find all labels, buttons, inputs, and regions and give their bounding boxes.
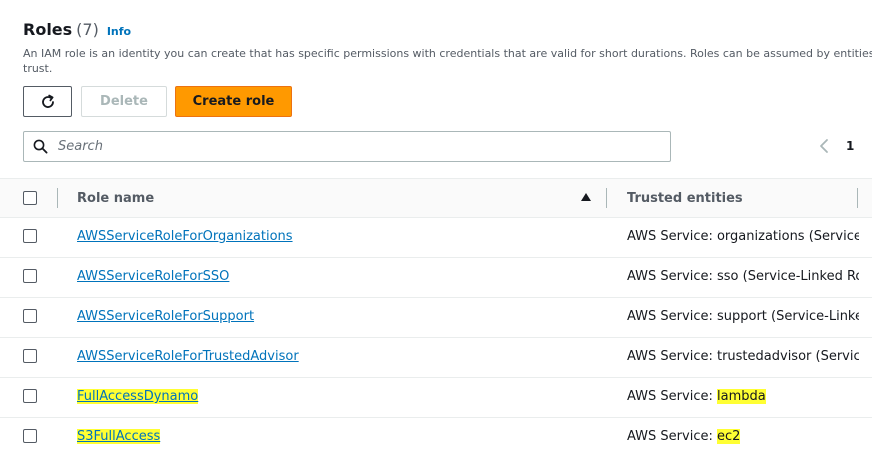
trusted-entity: AWS Service: ec2 <box>627 429 741 444</box>
trusted-entity: AWS Service: support (Service-Linkec <box>627 309 859 324</box>
trusted-entity: AWS Service: sso (Service-Linked Rol <box>627 269 859 284</box>
role-link[interactable]: AWSServiceRoleForTrustedAdvisor <box>77 349 299 364</box>
row-checkbox[interactable] <box>23 349 37 363</box>
column-header-trusted-entities[interactable]: Trusted entities <box>627 191 743 206</box>
sort-ascending-icon[interactable] <box>581 193 591 201</box>
row-checkbox[interactable] <box>23 229 37 243</box>
chevron-left-icon <box>820 139 828 153</box>
roles-header: Roles (7) Info <box>23 20 131 39</box>
column-divider[interactable] <box>857 188 858 208</box>
refresh-button[interactable] <box>23 86 72 117</box>
row-checkbox[interactable] <box>23 309 37 323</box>
search-icon <box>33 139 48 154</box>
table-row: AWSServiceRoleForTrustedAdvisor AWS Serv… <box>0 338 872 378</box>
create-role-button[interactable]: Create role <box>175 86 292 117</box>
roles-count: (7) <box>76 20 99 39</box>
column-divider <box>57 188 58 208</box>
trusted-entity: AWS Service: lambda <box>627 389 766 404</box>
role-link[interactable]: AWSServiceRoleForOrganizations <box>77 229 293 244</box>
service-linked-tooltip[interactable]: (Service-Linkec <box>771 309 859 324</box>
service-linked-tooltip[interactable]: (Service <box>815 349 859 364</box>
search-box[interactable] <box>23 131 671 162</box>
role-link[interactable]: AWSServiceRoleForSSO <box>77 269 229 284</box>
trusted-service: ec2 <box>716 429 741 444</box>
roles-description: An IAM role is an identity you can creat… <box>23 47 872 75</box>
role-link[interactable]: AWSServiceRoleForSupport <box>77 309 254 324</box>
trusted-entity: AWS Service: organizations (Service- <box>627 229 859 244</box>
search-input[interactable] <box>56 138 620 155</box>
row-checkbox[interactable] <box>23 389 37 403</box>
role-link[interactable]: FullAccessDynamo <box>77 389 199 404</box>
column-divider[interactable] <box>606 188 607 208</box>
select-all-checkbox[interactable] <box>23 191 37 205</box>
role-link[interactable]: S3FullAccess <box>77 429 161 444</box>
table-row: AWSServiceRoleForSupport AWS Service: su… <box>0 298 872 338</box>
table-row: AWSServiceRoleForOrganizations AWS Servi… <box>0 218 872 258</box>
pagination-prev-button[interactable] <box>814 136 834 156</box>
table-row: FullAccessDynamo AWS Service: lambda <box>0 378 872 418</box>
refresh-icon <box>41 94 54 108</box>
row-checkbox[interactable] <box>23 269 37 283</box>
service-linked-tooltip[interactable]: (Service-Linked Rol <box>742 269 859 284</box>
service-linked-tooltip[interactable]: (Service- <box>808 229 859 244</box>
column-header-role-name[interactable]: Role name <box>77 191 154 206</box>
pagination-page-1[interactable]: 1 <box>846 139 854 153</box>
trusted-entity: AWS Service: trustedadvisor (Service <box>627 349 859 364</box>
table-row: S3FullAccess AWS Service: ec2 <box>0 418 872 458</box>
table-row: AWSServiceRoleForSSO AWS Service: sso (S… <box>0 258 872 298</box>
roles-panel: Roles (7) Info An IAM role is an identity … <box>0 0 872 456</box>
row-checkbox[interactable] <box>23 429 37 443</box>
page-title: Roles <box>23 20 73 39</box>
info-link[interactable]: Info <box>107 25 131 38</box>
trusted-service: lambda <box>716 389 766 404</box>
delete-button[interactable]: Delete <box>81 86 167 117</box>
table-header: Role name Trusted entities <box>0 178 872 218</box>
